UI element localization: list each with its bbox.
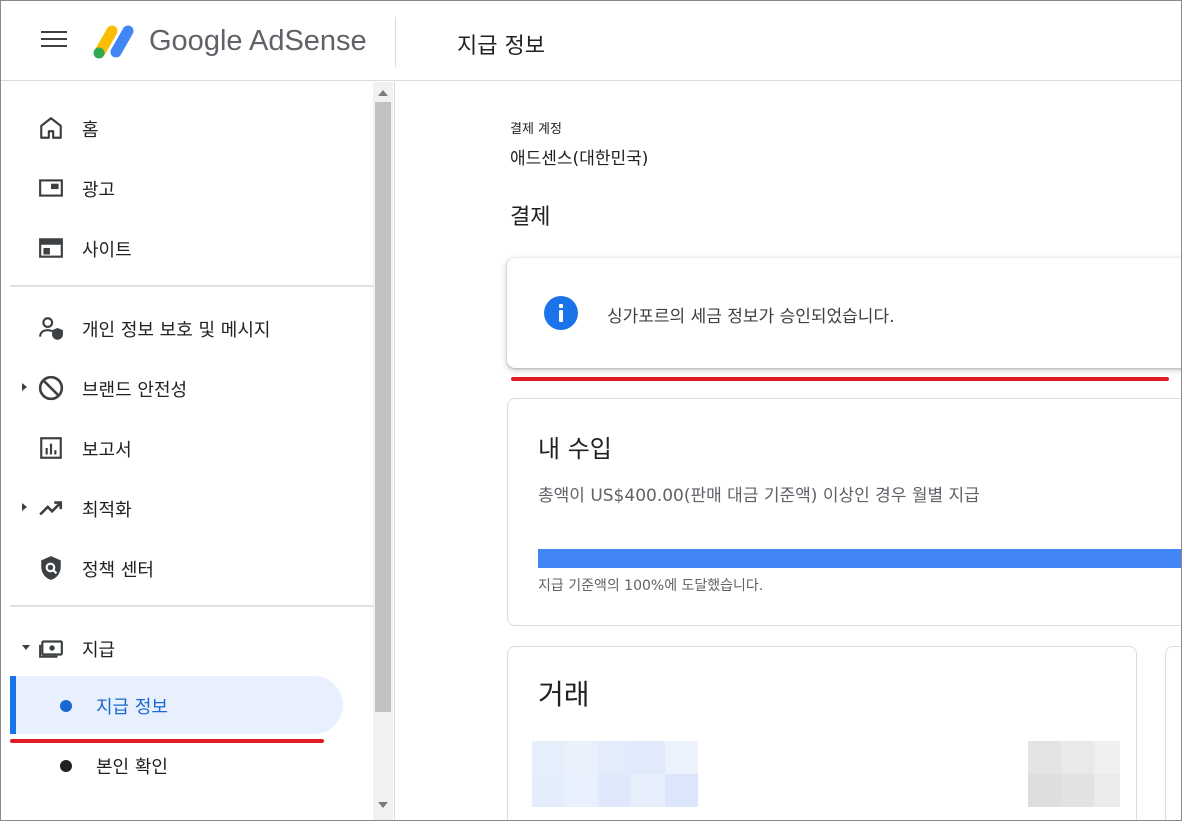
sidebar-subitem-payment-info[interactable]: 지급 정보 (10, 676, 343, 734)
scroll-thumb[interactable] (375, 102, 391, 712)
block-icon (38, 375, 64, 401)
sidebar-item-privacy[interactable]: 개인 정보 보호 및 메시지 (10, 305, 373, 349)
brand-name: Google AdSense (149, 25, 367, 57)
home-icon (40, 117, 62, 139)
sidebar-subitem-label: 지급 정보 (96, 697, 168, 718)
top-app-bar: Google AdSense 지급 정보 (1, 1, 1181, 81)
collapse-arrow-icon[interactable] (22, 645, 30, 650)
privacy-icon (39, 317, 63, 340)
sidebar-item-payments[interactable]: 지급 (10, 625, 373, 669)
side-card (1165, 646, 1181, 820)
sidebar-nav: 홈 광고 사이트 개인 정보 보호 및 메시지 브랜드 안전성 보고서 최적화 … (10, 82, 373, 820)
bullet-icon (60, 700, 72, 712)
adsense-logo-icon (93, 25, 134, 59)
sidebar-divider (10, 605, 373, 607)
billing-account-label: 결제 계정 (510, 122, 562, 137)
earnings-title: 내 수입 (538, 435, 612, 463)
active-indicator (10, 676, 16, 734)
info-notice-text: 싱가포르의 세금 정보가 승인되었습니다. (607, 307, 895, 327)
progress-note: 지급 기준액의 100%에 도달했습니다. (538, 578, 764, 594)
payments-section-title: 결제 (510, 205, 551, 230)
transactions-card: 거래 (507, 646, 1137, 820)
scroll-down-icon[interactable] (378, 802, 388, 808)
sidebar-item-ads[interactable]: 광고 (10, 165, 373, 209)
sidebar-item-sites[interactable]: 사이트 (10, 225, 373, 269)
sidebar-item-label: 광고 (82, 180, 116, 201)
sidebar-item-label: 브랜드 안전성 (82, 380, 188, 401)
sidebar-item-label: 보고서 (82, 440, 132, 461)
sidebar-item-label: 지급 (82, 640, 116, 661)
sidebar-subitem-identity[interactable]: 본인 확인 (10, 736, 343, 794)
sidebar-item-label: 정책 센터 (82, 560, 154, 581)
sidebar-item-policy-center[interactable]: 정책 센터 (10, 545, 373, 589)
sidebar-item-reports[interactable]: 보고서 (10, 425, 373, 469)
sidebar-item-home[interactable]: 홈 (10, 105, 373, 149)
trending-up-icon (39, 501, 63, 516)
report-icon (40, 437, 62, 459)
progress-fill (538, 549, 1181, 568)
header-divider (395, 17, 396, 67)
expand-arrow-icon[interactable] (22, 503, 27, 511)
scroll-up-icon[interactable] (378, 90, 388, 96)
page-title: 지급 정보 (457, 34, 545, 59)
sidebar-item-optimization[interactable]: 최적화 (10, 485, 373, 529)
expand-arrow-icon[interactable] (22, 383, 27, 391)
main-content: 결제 계정 애드센스(대한민국) 결제 싱가포르의 세금 정보가 승인되었습니다… (395, 82, 1181, 820)
policy-icon (41, 556, 61, 580)
sidebar-subitem-label: 본인 확인 (96, 757, 168, 778)
payments-icon (39, 640, 63, 658)
sidebar-item-label: 최적화 (82, 500, 132, 521)
redacted-block (532, 741, 698, 807)
menu-icon[interactable] (41, 31, 67, 53)
sidebar-divider (10, 285, 373, 287)
transactions-title: 거래 (538, 678, 590, 711)
redacted-block (1028, 741, 1120, 807)
payment-threshold-progress (538, 549, 1181, 568)
sidebar-item-label: 개인 정보 보호 및 메시지 (82, 320, 271, 341)
sidebar-item-label: 사이트 (82, 240, 132, 261)
ads-icon (39, 179, 63, 197)
sidebar-item-brand-safety[interactable]: 브랜드 안전성 (10, 365, 373, 409)
sidebar-scrollbar[interactable] (373, 82, 393, 820)
info-notice-card: 싱가포르의 세금 정보가 승인되었습니다. (507, 258, 1181, 368)
billing-account-value: 애드센스(대한민국) (510, 149, 649, 169)
annotation-underline (511, 377, 1169, 381)
bullet-icon (60, 760, 72, 772)
earnings-description: 총액이 US$400.00(판매 대금 기준액) 이상인 경우 월별 지급 (538, 486, 980, 506)
sites-icon (39, 238, 63, 258)
info-icon (544, 296, 578, 330)
sidebar-item-label: 홈 (82, 120, 99, 141)
earnings-card: 내 수입 총액이 US$400.00(판매 대금 기준액) 이상인 경우 월별 … (507, 398, 1181, 626)
